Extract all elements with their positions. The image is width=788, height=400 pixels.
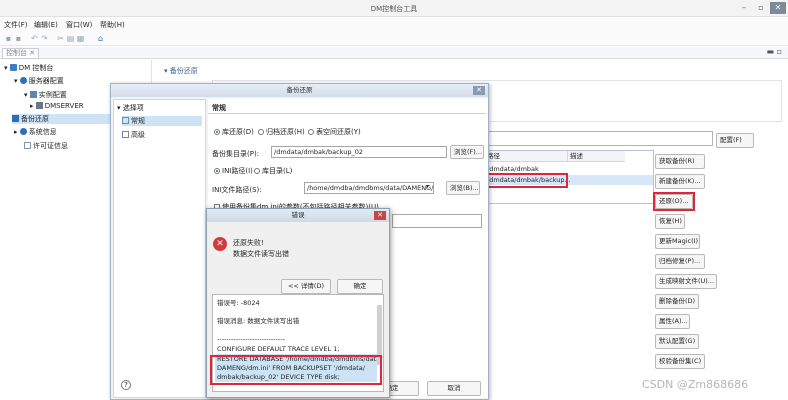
highlight-sql [210,355,382,385]
details-button[interactable]: << 详情(D) [281,279,331,294]
server-icon [35,102,43,109]
restore-dialog-close-icon[interactable]: ✕ [473,86,485,95]
view-menu-icon[interactable]: ▬ ▫ [766,47,782,56]
nav-item-advanced[interactable]: 高级 [122,130,145,140]
maximize-button[interactable]: ▫ [753,2,769,14]
tree-server-config[interactable]: ▾ 服务器配置 [14,76,64,86]
tab-close-icon[interactable]: ✕ [29,49,35,57]
radio-icon [214,168,220,174]
tree-root[interactable]: ▾ DM 控制台 [4,63,53,73]
menu-file[interactable]: 文件(F) [4,20,28,30]
copy-icon[interactable]: ▤ [66,34,75,43]
restore-dialog-title: 备份还原 ✕ [111,84,488,97]
ini-path-input[interactable]: /home/dmdba/dmdbms/data/DAMENG/dm.ini [304,182,434,194]
new-backup-button[interactable]: 新建备份(K)... [655,174,705,189]
detail-line: 错误消息: 数据文件读写出错 [217,317,300,325]
restore-nav: ▾ 选择项 常规 高级 [113,99,206,398]
license-icon [24,142,31,149]
error-message-detail: 数据文件读写出错 [233,250,289,258]
delete-backup-button[interactable]: 删除备份(D) [655,294,699,309]
highlight-selected-row [484,173,568,188]
path-input[interactable] [481,131,713,146]
close-window-button[interactable]: ✕ [770,2,786,14]
generate-map-button[interactable]: 生成映射文件(U)... [655,274,717,289]
get-backup-button[interactable]: 获取备份(R) [655,154,705,169]
archive-repair-button[interactable]: 归档修复(P)... [655,254,705,269]
config-button[interactable]: 配置(F) [716,133,754,148]
recover-button[interactable]: 恢复(H) [655,214,685,229]
verify-backup-button[interactable]: 校验备份集(C) [655,354,705,369]
tree-system-info[interactable]: ▸ 系统信息 [14,127,57,137]
nav-group: ▾ 选择项 [117,104,144,112]
menu-bar: 文件(F) 编辑(E) 窗口(W) 帮助(H) [0,18,788,31]
home-icon[interactable]: ⌂ [96,34,105,43]
menu-edit[interactable]: 编辑(E) [34,20,58,30]
mapped-input[interactable] [392,214,482,228]
save-icon[interactable]: ▪ [4,34,13,43]
browse-f-button[interactable]: 浏览(F)... [450,145,484,159]
help-icon[interactable]: ? [121,380,131,390]
console-icon [9,64,17,71]
view-tab-strip: 控制台 ✕ ▬ ▫ [0,47,788,59]
radio-icon [254,168,260,174]
restore-cancel-button[interactable]: 取消 [427,381,481,396]
save-all-icon[interactable]: ▪ [14,34,23,43]
tree-dmserver[interactable]: ▸ DMSERVER [30,101,84,111]
config-icon [19,77,27,84]
ini-dropdown-icon[interactable]: ▾ [426,183,429,190]
radio-db-restore[interactable]: 库还原(D) [214,127,254,137]
tree-license-info[interactable]: 许可证信息 [24,141,68,151]
radio-db-dir[interactable]: 库目录(L) [254,166,292,176]
nav-item-general[interactable]: 常规 [122,116,202,126]
default-config-button[interactable]: 默认配置(G) [655,334,699,349]
tab-console[interactable]: 控制台 ✕ [2,48,40,59]
error-dialog: 错误 ✕ ✕ 还原失败! 数据文件读写出错 << 详情(D) 确定 错误号: -… [206,208,390,398]
properties-button[interactable]: 属性(A)... [655,314,690,329]
page-icon [122,131,129,138]
title-bar: DM控制台工具 – ▫ ✕ [0,0,788,17]
radio-icon [258,129,264,135]
page-icon [122,117,129,124]
radio-icon [214,129,220,135]
radio-archive-restore[interactable]: 归档还原(H) [258,127,305,137]
toolbar: ▪ ▪ ↶ ↷ ✂ ▤ ▦ ⌂ [0,31,788,46]
undo-icon[interactable]: ↶ [30,34,39,43]
redo-icon[interactable]: ↷ [40,34,49,43]
detail-line: 错误号: -8024 [217,299,260,307]
radio-tablespace-restore[interactable]: 表空间还原(Y) [308,127,361,137]
backup-dir-input[interactable]: /dmdata/dmbak/backup_02 [271,146,447,158]
grid-header-path[interactable]: 路径 [485,151,567,162]
backup-dir-label: 备份集目录(P): [212,150,260,158]
update-magic-button[interactable]: 更新Magic(I) [655,234,700,249]
info-icon [19,128,27,135]
paste-icon[interactable]: ▦ [76,34,85,43]
watermark: CSDN @Zm868686 [642,378,749,391]
divider [208,113,486,114]
error-message-title: 还原失败! [233,239,264,247]
error-ok-button[interactable]: 确定 [337,279,383,294]
minimize-button[interactable]: – [736,2,752,14]
ini-path-label: INI文件路径(S): [212,186,262,194]
menu-help[interactable]: 帮助(H) [100,20,125,30]
backup-icon [12,115,19,122]
highlight-restore-button [653,192,695,211]
tree-instance-config[interactable]: ▾ 实例配置 [24,90,67,100]
form-section-title: 常规 [212,104,226,112]
cut-icon[interactable]: ✂ [56,34,65,43]
instance-icon [29,91,37,98]
grid-header-desc[interactable]: 描述 [567,151,625,162]
window-title: DM控制台工具 [370,5,418,13]
detail-line: CONFIGURE DEFAULT TRACE LEVEL 1; [217,345,340,353]
radio-icon [308,129,314,135]
error-icon: ✕ [213,237,227,251]
menu-window[interactable]: 窗口(W) [66,20,92,30]
error-dialog-close-icon[interactable]: ✕ [374,211,386,220]
browse-b-button[interactable]: 浏览(B)... [446,181,480,195]
detail-line: ----------------------------- [217,335,286,343]
radio-ini-path[interactable]: INI路径(I) [214,166,253,176]
section-title: ▾ 备份还原 [164,67,198,75]
error-dialog-title: 错误 ✕ [207,209,389,222]
